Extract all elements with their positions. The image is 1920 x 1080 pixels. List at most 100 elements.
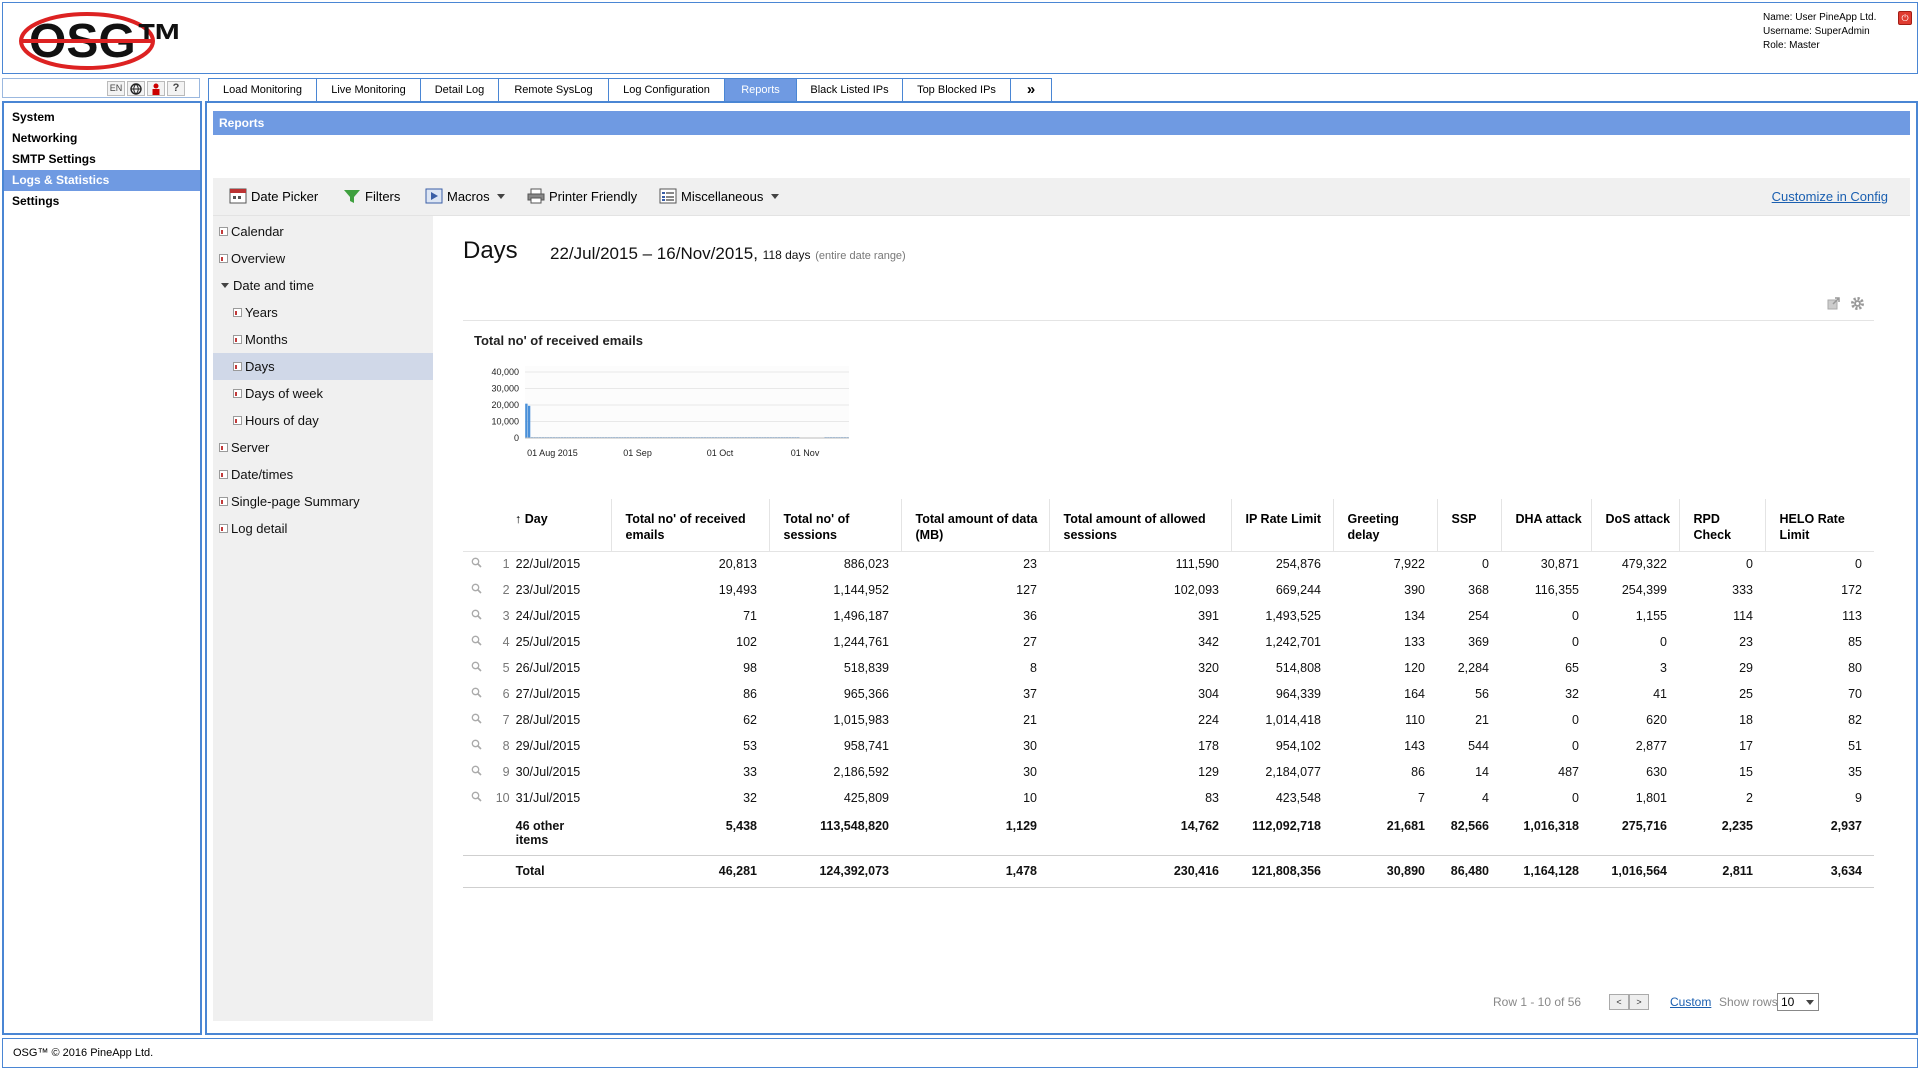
col-header-greeting[interactable]: Greeting delay — [1333, 499, 1438, 552]
nav-label: Years — [245, 305, 278, 320]
export-icon[interactable] — [1827, 296, 1841, 310]
col-header-rpd[interactable]: RPD Check — [1679, 499, 1766, 552]
magnifier-icon[interactable] — [463, 681, 485, 707]
nav-item-overview[interactable]: Overview — [213, 245, 433, 272]
table-row[interactable]: 8 29/Jul/2015 53 958,741 30 178 954,102 143 544 0… — [463, 733, 1874, 759]
col-header-sessions[interactable]: Total no' of sessions — [769, 499, 902, 552]
language-button[interactable]: EN — [107, 81, 125, 96]
nav-item-days[interactable]: Days — [213, 353, 433, 380]
miscellaneous-button[interactable]: Miscellaneous — [659, 178, 783, 216]
user-icon[interactable] — [147, 81, 165, 96]
table-row-total: Total 46,281 124,392,073 1,478 230,416 121,80… — [463, 855, 1874, 888]
tab-live-monitoring[interactable]: Live Monitoring — [316, 78, 420, 102]
col-header-dos[interactable]: DoS attack — [1591, 499, 1680, 552]
tab-log-configuration[interactable]: Log Configuration — [608, 78, 724, 102]
cell-greeting: 120 — [1404, 661, 1425, 675]
cell-ssp: 544 — [1468, 739, 1489, 753]
date-picker-button[interactable]: Date Picker — [229, 178, 318, 216]
table-row[interactable]: 2 23/Jul/2015 19,493 1,144,952 127 102,093 669… — [463, 577, 1874, 603]
cell-helo: 2,937 — [1765, 811, 1874, 856]
pager-custom-link[interactable]: Custom — [1670, 995, 1711, 1009]
nav-item-date-and-time[interactable]: Date and time — [213, 272, 433, 299]
tab-top-blocked-ips[interactable]: Top Blocked IPs — [902, 78, 1010, 102]
nav-item-server[interactable]: Server — [213, 434, 433, 461]
tab-load-monitoring[interactable]: Load Monitoring — [208, 78, 316, 102]
help-button[interactable]: ? — [167, 81, 185, 96]
magnifier-icon[interactable] — [463, 603, 485, 629]
report-icon — [219, 497, 228, 507]
macros-button[interactable]: Macros — [425, 178, 509, 216]
tab-remote-syslog[interactable]: Remote SysLog — [498, 78, 608, 102]
cell-helo: 51 — [1848, 739, 1862, 753]
table-row[interactable]: 9 30/Jul/2015 33 2,186,592 30 129 2,184,077 86 1… — [463, 759, 1874, 785]
magnifier-icon[interactable] — [463, 551, 485, 577]
printer-icon — [527, 188, 545, 204]
magnifier-icon[interactable] — [463, 733, 485, 759]
cell-sessions: 1,496,187 — [833, 609, 889, 623]
printer-friendly-button[interactable]: Printer Friendly — [527, 178, 637, 216]
rows-per-page-select[interactable]: 10 — [1777, 993, 1819, 1011]
col-header-helo[interactable]: HELO Rate Limit — [1765, 499, 1874, 552]
magnifier-icon[interactable] — [463, 707, 485, 733]
col-header-label: Day — [524, 512, 548, 526]
nav-item-days-of-week[interactable]: Days of week — [213, 380, 433, 407]
user-info: Name: User PineApp Ltd. Username: SuperA… — [1763, 11, 1876, 53]
sidebar-item-settings[interactable]: Settings — [4, 191, 200, 212]
nav-item-years[interactable]: Years — [213, 299, 433, 326]
sidebar-item-smtp-settings[interactable]: SMTP Settings — [4, 149, 200, 170]
cell-greeting: 164 — [1404, 687, 1425, 701]
nav-item-hours-of-day[interactable]: Hours of day — [213, 407, 433, 434]
report-icon — [233, 389, 242, 399]
cell-data-mb: 30 — [1023, 739, 1037, 753]
cell-received: 32 — [743, 791, 757, 805]
tab-detail-log[interactable]: Detail Log — [420, 78, 498, 102]
pager-next-button[interactable]: > — [1629, 994, 1649, 1010]
table-row[interactable]: 4 25/Jul/2015 102 1,244,761 27 342 1,242,701 13… — [463, 629, 1874, 655]
sidebar-item-system[interactable]: System — [4, 107, 200, 128]
nav-label: Days — [245, 359, 275, 374]
col-header-dha[interactable]: DHA attack — [1501, 499, 1592, 552]
cell-ssp: 2,284 — [1457, 661, 1489, 675]
sidebar-item-logs-statistics[interactable]: Logs & Statistics — [4, 170, 200, 191]
logout-button[interactable]: ⏻ — [1898, 11, 1912, 25]
tab-reports[interactable]: Reports — [724, 78, 796, 102]
nav-item-months[interactable]: Months — [213, 326, 433, 353]
nav-item-log-detail[interactable]: Log detail — [213, 515, 433, 542]
nav-label: Days of week — [245, 386, 324, 401]
table-row[interactable]: 3 24/Jul/2015 71 1,496,187 36 391 1,493,525 134… — [463, 603, 1874, 629]
magnifier-icon[interactable] — [463, 759, 485, 785]
table-row[interactable]: 6 27/Jul/2015 86 965,366 37 304 964,339 164 56 32… — [463, 681, 1874, 707]
gear-icon[interactable] — [1849, 295, 1866, 312]
magnifier-icon[interactable] — [463, 577, 485, 603]
globe-icon[interactable] — [127, 81, 145, 96]
cell-dos: 1,801 — [1635, 791, 1667, 805]
row-index: 10 — [495, 791, 510, 805]
pager-prev-button[interactable]: < — [1609, 994, 1629, 1010]
row-index: 1 — [502, 557, 510, 572]
col-header-ssp[interactable]: SSP — [1437, 499, 1502, 552]
col-header-ip-rate[interactable]: IP Rate Limit — [1231, 499, 1334, 552]
sidebar-item-networking[interactable]: Networking — [4, 128, 200, 149]
table-row[interactable]: 5 26/Jul/2015 98 518,839 8 320 514,808 120 2,284… — [463, 655, 1874, 681]
customize-in-config-link[interactable]: Customize in Config — [1772, 178, 1888, 216]
col-header-data-mb[interactable]: Total amount of data (MB) — [901, 499, 1050, 552]
nav-item-calendar[interactable]: Calendar — [213, 218, 433, 245]
nav-item-single-page-summary[interactable]: Single-page Summary — [213, 488, 433, 515]
nav-item-date-times[interactable]: Date/times — [213, 461, 433, 488]
col-header-received[interactable]: Total no' of received emails — [611, 499, 770, 552]
magnifier-icon[interactable] — [463, 629, 485, 655]
tab-black-listed-ips[interactable]: Black Listed IPs — [796, 78, 902, 102]
tab-more[interactable]: » — [1010, 78, 1052, 102]
cell-dha: 116,355 — [1534, 583, 1579, 597]
magnifier-icon[interactable] — [463, 785, 485, 811]
cell-ip-rate: 954,102 — [1275, 739, 1321, 753]
filters-button[interactable]: Filters — [343, 178, 400, 216]
table-row[interactable]: 10 31/Jul/2015 32 425,809 10 83 423,548 7 4 0 1,80… — [463, 785, 1874, 811]
report-icon — [219, 524, 228, 534]
col-header-allowed[interactable]: Total amount of allowed sessions — [1049, 499, 1232, 552]
cell-ssp: 86,480 — [1437, 855, 1501, 888]
magnifier-icon[interactable] — [463, 655, 485, 681]
table-row[interactable]: 7 28/Jul/2015 62 1,015,983 21 224 1,014,418 110… — [463, 707, 1874, 733]
col-header-day[interactable]: ↑ Day — [463, 499, 612, 552]
table-row[interactable]: 1 22/Jul/2015 20,813 886,023 23 111,590 254,87… — [463, 551, 1874, 577]
